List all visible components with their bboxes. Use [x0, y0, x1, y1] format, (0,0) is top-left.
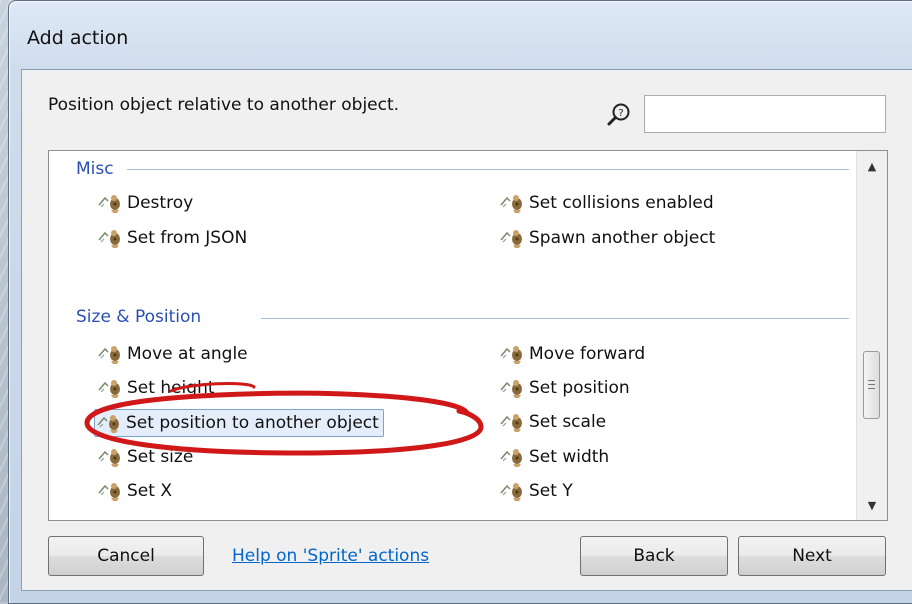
- action-list[interactable]: Misc Destroy Set collisions enabled Set …: [48, 150, 888, 521]
- dialog-content: Position object relative to another obje…: [21, 69, 912, 591]
- grip-line: [868, 388, 875, 389]
- sprite-icon: [500, 229, 523, 249]
- action-item[interactable]: Set position: [498, 375, 634, 401]
- action-description: Position object relative to another obje…: [48, 95, 400, 115]
- action-item[interactable]: Set size: [96, 444, 197, 470]
- action-item[interactable]: Set Y: [498, 478, 577, 504]
- action-label: Move forward: [529, 344, 646, 364]
- grip-line: [868, 384, 875, 385]
- action-label: Set collisions enabled: [529, 193, 714, 213]
- next-button[interactable]: Next: [738, 536, 886, 576]
- action-label: Set Y: [529, 481, 573, 501]
- sprite-icon: [98, 448, 121, 468]
- dialog-title: Add action: [27, 27, 129, 49]
- sprite-icon: [98, 345, 121, 365]
- action-item[interactable]: Set X: [96, 478, 176, 504]
- svg-text:?: ?: [618, 108, 623, 119]
- section-header-misc: Misc: [76, 159, 114, 179]
- action-label: Set size: [127, 447, 194, 467]
- action-label: Set position: [529, 378, 630, 398]
- sprite-icon: [97, 414, 120, 434]
- sprite-icon: [500, 194, 523, 214]
- title-bar[interactable]: Add action: [9, 1, 912, 71]
- grip-line: [868, 380, 875, 381]
- action-label: Set width: [529, 447, 610, 467]
- search-icon[interactable]: ?: [606, 102, 632, 128]
- sprite-icon: [500, 345, 523, 365]
- section-divider: [127, 169, 849, 170]
- action-item[interactable]: Set collisions enabled: [498, 190, 718, 216]
- sprite-icon: [98, 482, 121, 502]
- sprite-icon: [500, 482, 523, 502]
- cancel-button[interactable]: Cancel: [48, 536, 204, 576]
- sprite-icon: [500, 379, 523, 399]
- action-label: Set position to another object: [126, 413, 379, 433]
- action-label: Set height: [127, 378, 215, 398]
- action-label: Set scale: [529, 412, 607, 432]
- action-item[interactable]: Move forward: [498, 341, 649, 367]
- action-item-selected[interactable]: Set position to another object: [94, 409, 384, 437]
- action-item[interactable]: Move at angle: [96, 341, 252, 367]
- action-item[interactable]: Set width: [498, 444, 613, 470]
- sprite-icon: [500, 413, 523, 433]
- scroll-down-arrow-icon[interactable]: ▼: [857, 492, 887, 518]
- action-item[interactable]: Set from JSON: [96, 225, 251, 251]
- sprite-icon: [98, 229, 121, 249]
- action-item[interactable]: Set height: [96, 375, 219, 401]
- list-scrollbar[interactable]: ▲ ▼: [856, 151, 887, 520]
- action-label: Destroy: [127, 193, 194, 213]
- action-label: Set from JSON: [127, 228, 248, 248]
- action-item[interactable]: Destroy: [96, 190, 197, 216]
- scroll-up-arrow-icon[interactable]: ▲: [857, 153, 887, 179]
- sprite-icon: [500, 448, 523, 468]
- action-label: Set X: [127, 481, 172, 501]
- action-label: Move at angle: [127, 344, 248, 364]
- section-divider: [261, 318, 849, 319]
- search-input[interactable]: [644, 95, 886, 133]
- help-link[interactable]: Help on 'Sprite' actions: [232, 546, 429, 566]
- action-item[interactable]: Spawn another object: [498, 225, 719, 251]
- action-item[interactable]: Set scale: [498, 409, 610, 435]
- sprite-icon: [98, 379, 121, 399]
- action-label: Spawn another object: [529, 228, 716, 248]
- sprite-icon: [98, 194, 121, 214]
- section-header-size-position: Size & Position: [76, 307, 202, 327]
- add-action-dialog: Add action Position object relative to a…: [8, 0, 912, 604]
- scroll-thumb[interactable]: [863, 351, 880, 419]
- back-button[interactable]: Back: [580, 536, 728, 576]
